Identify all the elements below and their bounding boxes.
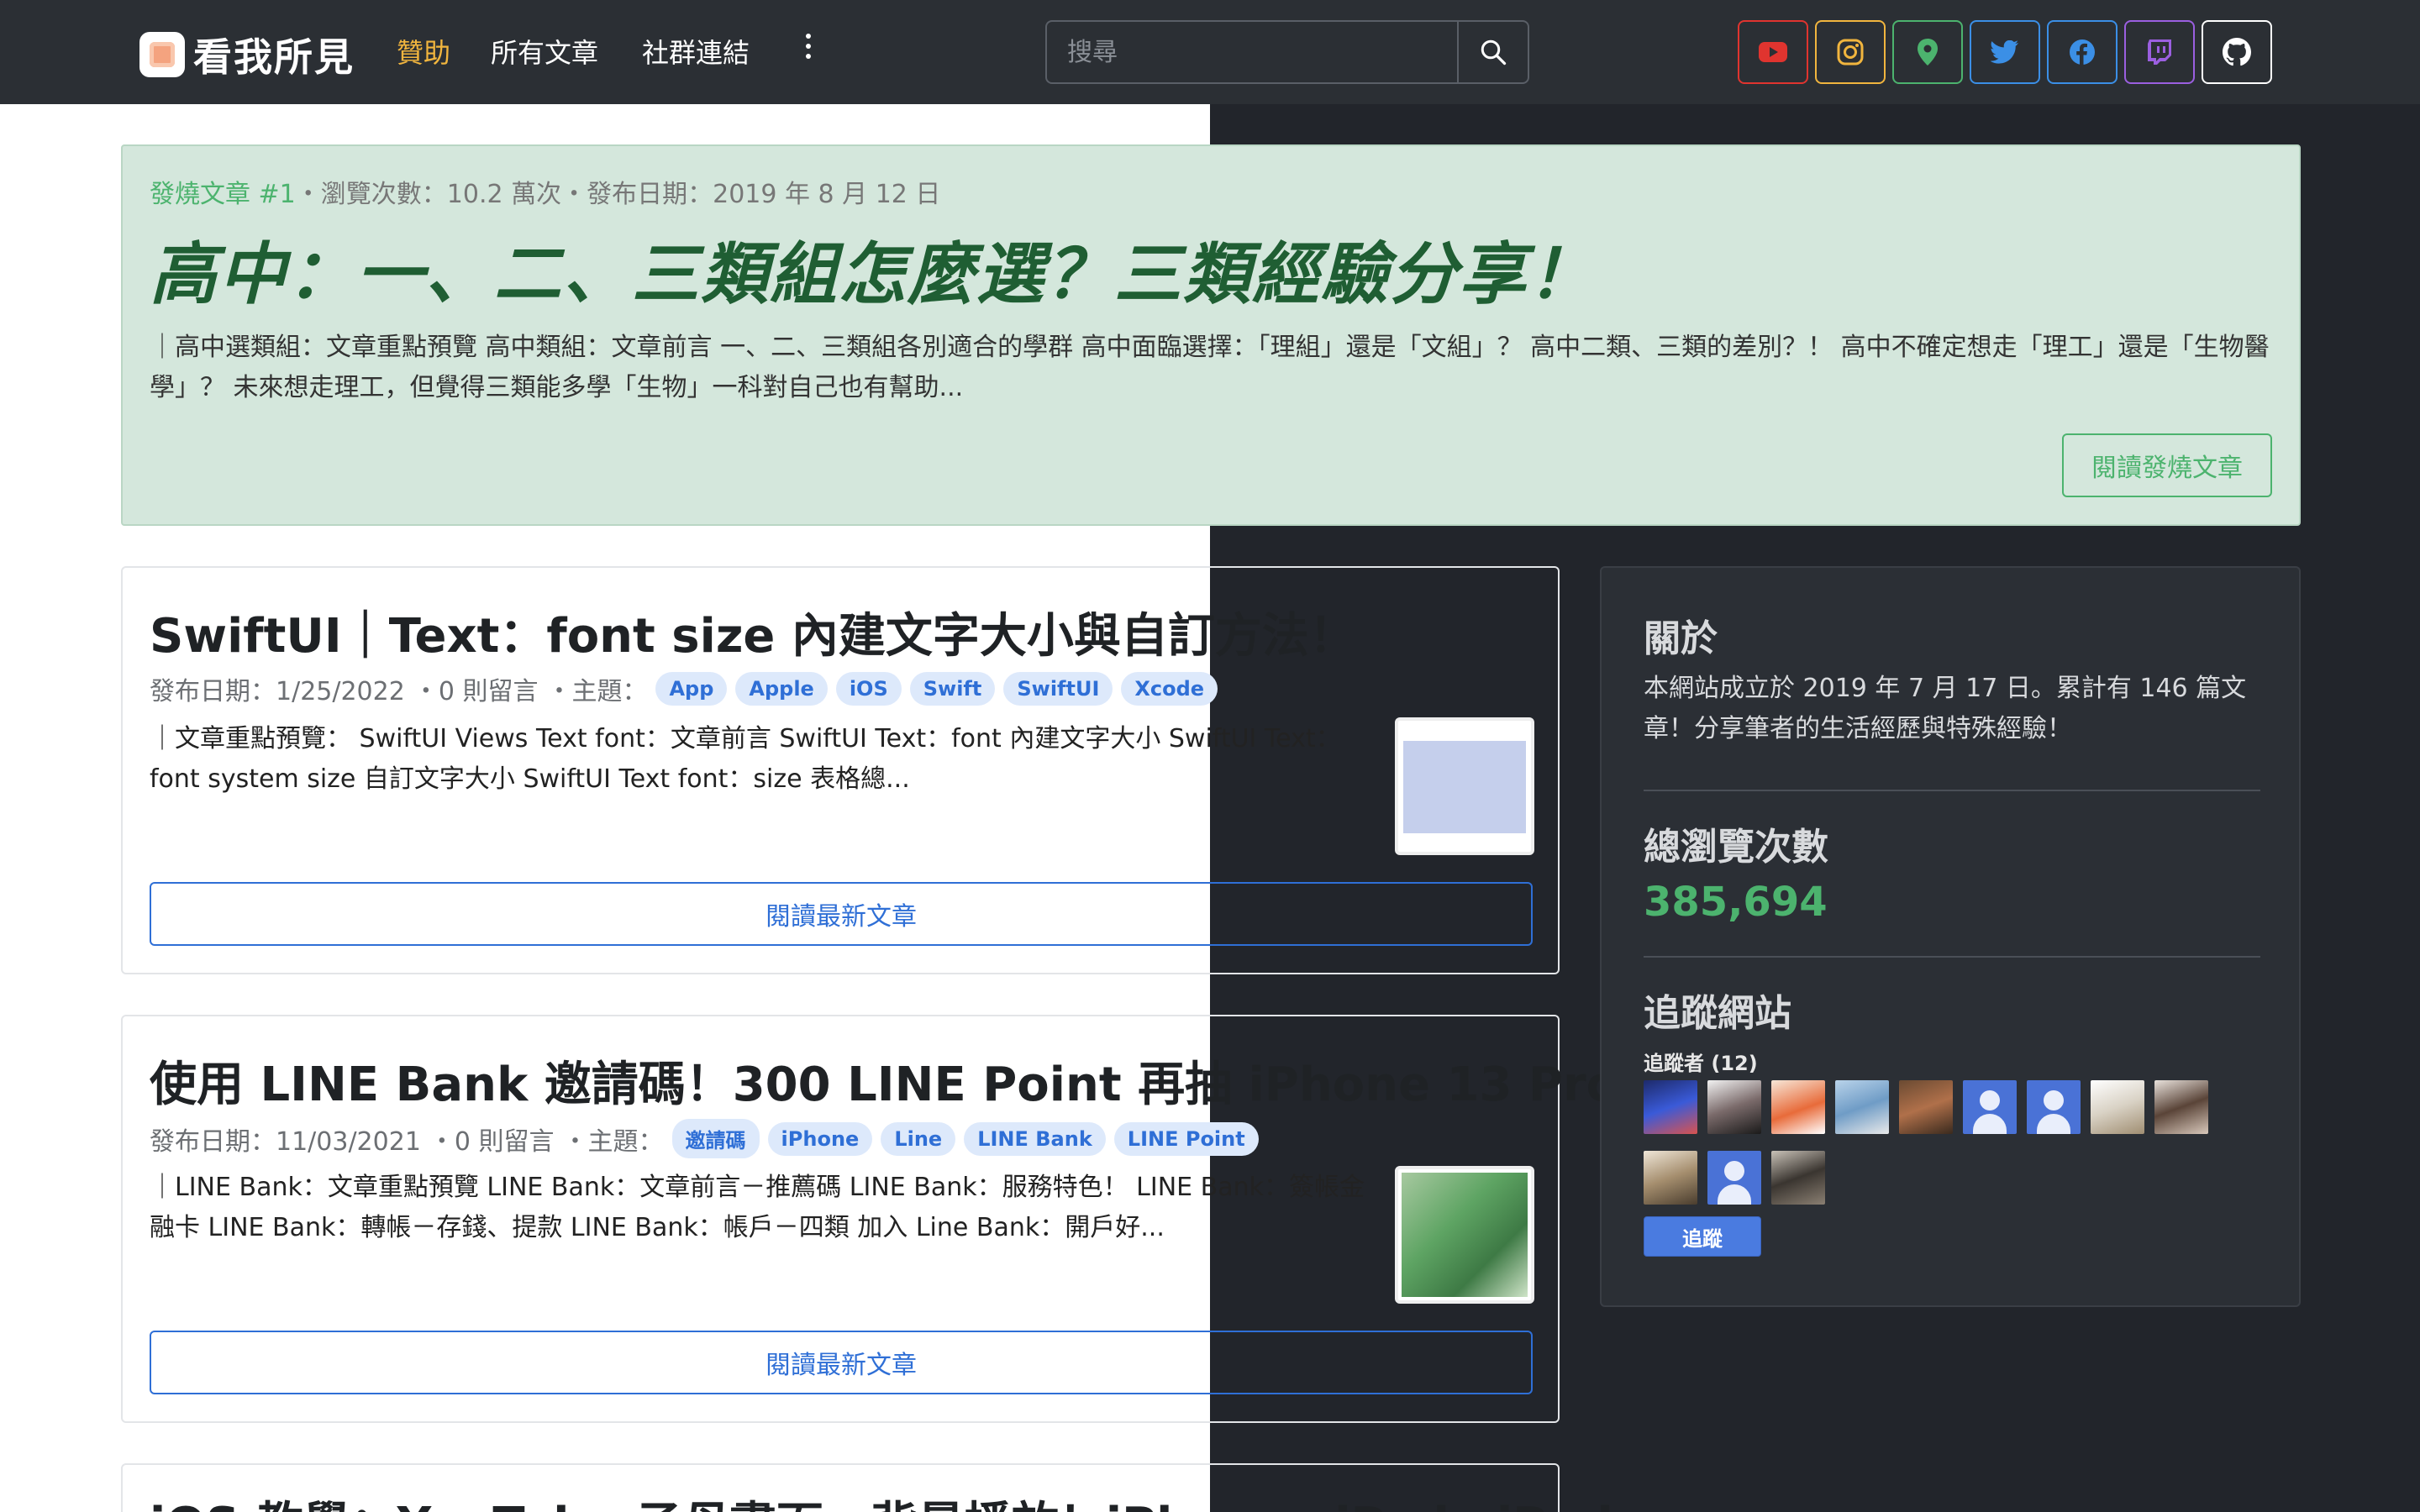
nav-all-posts-link[interactable]: 所有文章 [491, 32, 598, 71]
nav-sponsor-link[interactable]: 贊助 [397, 32, 450, 71]
search-form [1045, 20, 1529, 84]
github-button[interactable] [2202, 20, 2272, 84]
map-button[interactable] [1892, 20, 1963, 84]
featured-post-date: ・發布日期：2019 年 8 月 12 日 [561, 180, 941, 209]
featured-post-views: ・瀏覽次數：10.2 萬次 [295, 180, 562, 209]
about-heading: 關於 [1644, 617, 1718, 660]
post-date: 發布日期：1/25/2022 [150, 677, 405, 706]
post-topic-label: ・主題： [546, 677, 648, 706]
instagram-icon [1837, 39, 1864, 66]
read-latest-post-button[interactable]: 閱讀最新文章 [150, 882, 1533, 946]
post-title[interactable]: SwiftUI｜Text：font size 內建文字大小與自訂方法！ [150, 598, 1356, 666]
total-views-value: 385,694 [1644, 879, 1828, 926]
tag-chip[interactable]: Apple [735, 672, 828, 706]
tag-chip[interactable]: Line [881, 1121, 956, 1156]
post-topic-label: ・主題： [562, 1126, 664, 1157]
facebook-icon [2070, 39, 2095, 65]
instagram-button[interactable] [1815, 20, 1886, 84]
follower-avatar[interactable] [1899, 1080, 1953, 1134]
search-button[interactable] [1457, 20, 1529, 84]
kebab-vertical-icon[interactable] [800, 34, 817, 67]
twitch-button[interactable] [2124, 20, 2195, 84]
post-card: SwiftUI｜Text：font size 內建文字大小與自訂方法！ 發布日期… [121, 566, 1560, 974]
tag-chip[interactable]: iPhone [767, 1121, 873, 1156]
post-meta: 發布日期：11/03/2021 ・0 則留言 ・主題： 邀請碼 iPhone L… [150, 1119, 1259, 1158]
tag-chip[interactable]: iOS [835, 672, 902, 706]
total-views-heading: 總瀏覽次數 [1644, 826, 1828, 869]
follow-site-heading: 追蹤網站 [1644, 992, 1791, 1035]
follower-avatar[interactable] [1835, 1080, 1889, 1134]
twitter-button[interactable] [1970, 20, 2040, 84]
post-thumbnail[interactable] [1395, 1166, 1534, 1304]
read-latest-post-button[interactable]: 閱讀最新文章 [150, 1331, 1533, 1394]
tag-chip[interactable]: LINE Point [1113, 1121, 1259, 1156]
divider [1644, 790, 2260, 791]
post-title[interactable]: iOS 教學：YouTube 子母畫面、背景播放！iPhone、iPad、iPo… [150, 1487, 1613, 1512]
twitch-icon [2148, 39, 2171, 65]
tag-chip[interactable]: Xcode [1121, 672, 1218, 706]
followers-count: 追蹤者 (12) [1644, 1052, 1758, 1075]
facebook-button[interactable] [2047, 20, 2118, 84]
about-text: 本網站成立於 2019 年 7 月 17 日。累計有 146 篇文章！分享筆者的… [1644, 674, 2247, 743]
post-comment-count: ・0 則留言 [429, 1126, 555, 1157]
top-navbar: 看我所見 贊助 所有文章 社群連結 [0, 0, 2420, 104]
tag-chip[interactable]: LINE Bank [964, 1121, 1106, 1156]
follow-button[interactable]: 追蹤 [1644, 1216, 1761, 1257]
featured-post-meta: 發燒文章 #1・瀏覽次數：10.2 萬次・發布日期：2019 年 8 月 12 … [150, 173, 940, 210]
read-featured-post-button[interactable]: 閱讀發燒文章 [2062, 433, 2272, 497]
site-logo-icon [139, 32, 185, 77]
post-date: 發布日期：11/03/2021 [150, 1126, 421, 1157]
github-icon [2223, 38, 2251, 66]
follower-avatar[interactable] [1644, 1080, 1697, 1134]
follower-avatar[interactable] [1707, 1080, 1761, 1134]
tag-chip[interactable]: App [655, 672, 728, 706]
featured-post-banner: 發燒文章 #1・瀏覽次數：10.2 萬次・發布日期：2019 年 8 月 12 … [121, 144, 2301, 526]
follower-avatar[interactable] [1771, 1151, 1825, 1205]
post-excerpt: ｜LINE Bank：文章重點預覽 LINE Bank：文章前言－推薦碼 LIN… [150, 1173, 1365, 1242]
post-card: 使用 LINE Bank 邀請碼！300 LINE Point 再抽 iPhon… [121, 1015, 1665, 1423]
youtube-button[interactable] [1738, 20, 1808, 84]
follower-avatar[interactable] [1963, 1080, 2017, 1134]
divider [1644, 956, 2260, 958]
follower-avatar[interactable] [1644, 1151, 1697, 1205]
tag-chip[interactable]: 邀請碼 [671, 1119, 760, 1158]
hot-post-badge: 發燒文章 #1 [150, 180, 296, 209]
brand-link[interactable]: 看我所見 [139, 27, 355, 82]
follower-avatar[interactable] [2027, 1080, 2081, 1134]
search-icon [1481, 39, 1507, 66]
post-thumbnail[interactable] [1395, 717, 1534, 855]
follower-avatar[interactable] [2091, 1080, 2144, 1134]
about-sidebar: 關於 本網站成立於 2019 年 7 月 17 日。累計有 146 篇文章！分享… [1600, 566, 2301, 1307]
twitter-icon [1991, 40, 2018, 64]
map-pin-icon [1918, 39, 1938, 66]
post-comment-count: ・0 則留言 [413, 677, 539, 706]
brand-name: 看我所見 [193, 34, 355, 80]
nav-social-links-link[interactable]: 社群連結 [642, 32, 750, 71]
tag-chip[interactable]: SwiftUI [1003, 672, 1113, 706]
post-title[interactable]: 使用 LINE Bank 邀請碼！300 LINE Point 再抽 iPhon… [150, 1047, 1665, 1115]
search-input[interactable] [1045, 20, 1457, 84]
follower-avatar[interactable] [2154, 1080, 2208, 1134]
post-excerpt: ｜文章重點預覽： SwiftUI Views Text font：文章前言 Sw… [150, 724, 1341, 794]
tag-chip[interactable]: Swift [909, 672, 996, 706]
featured-post-excerpt: ｜高中選類組：文章重點預覽 高中類組：文章前言 一、二、三類組各別適合的學群 高… [150, 333, 2270, 402]
post-meta: 發布日期：1/25/2022 ・0 則留言 ・主題： App Apple iOS… [150, 670, 1218, 707]
follower-avatar[interactable] [1771, 1080, 1825, 1134]
post-card: iOS 教學：YouTube 子母畫面、背景播放！iPhone、iPad、iPo… [121, 1463, 1613, 1512]
follower-avatar[interactable] [1707, 1151, 1761, 1205]
youtube-icon [1759, 42, 1787, 62]
featured-post-title[interactable]: 高中：一、二、三類組怎麼選？三類經驗分享！ [150, 220, 1597, 318]
